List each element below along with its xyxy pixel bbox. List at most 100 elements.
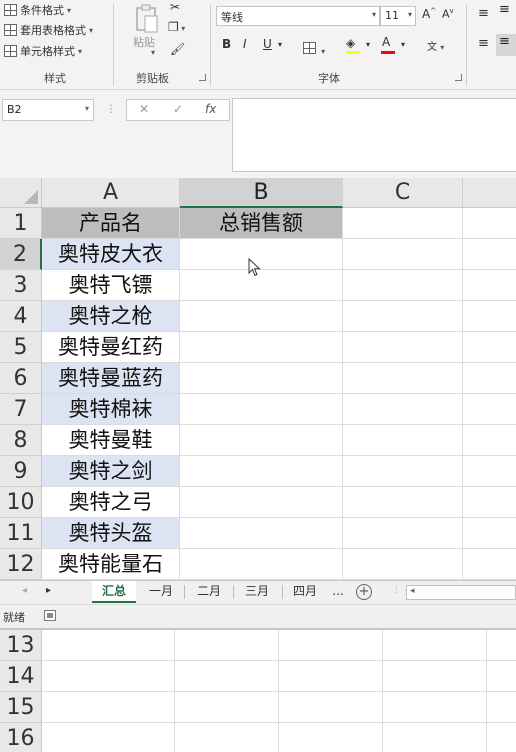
cell-b10[interactable] [180,487,343,518]
align-left-icon[interactable]: ≡ [478,36,489,51]
cell-b5[interactable] [180,332,343,363]
cell-b12[interactable] [180,549,343,580]
tab-more[interactable]: ... [328,581,348,603]
cell-e15[interactable] [487,692,516,723]
cell-a11[interactable]: 奥特头盔 [42,518,180,549]
row-header-5[interactable]: 5 [0,332,42,363]
copy-icon[interactable]: ❐ ▾ [168,20,185,34]
align-middle-icon[interactable]: ≡ [496,2,516,20]
cell-a3[interactable]: 奥特飞镖 [42,270,180,301]
cell-b11[interactable] [180,518,343,549]
column-header-a[interactable]: A [42,178,180,208]
cell-d8[interactable] [463,425,516,456]
cell-a13[interactable] [42,630,175,661]
enter-icon[interactable]: ✓ [173,102,183,116]
format-painter-icon[interactable]: 🖌 [170,42,185,56]
cell-b13[interactable] [175,630,279,661]
cell-a16[interactable] [42,723,175,752]
cell-c10[interactable] [343,487,463,518]
cell-b8[interactable] [180,425,343,456]
bold-button[interactable]: B [222,37,231,51]
cell-e14[interactable] [487,661,516,692]
decrease-font-icon[interactable]: Av [442,7,454,21]
formula-input[interactable] [232,98,516,172]
tab-scroll-left-icon[interactable]: ◂ [22,585,27,596]
chevron-down-icon[interactable]: ▾ [366,40,370,49]
cell-d11[interactable] [463,518,516,549]
cell-c1[interactable] [343,208,463,239]
font-launcher-icon[interactable] [455,74,462,81]
row-header-7[interactable]: 7 [0,394,42,425]
paste-dropdown-icon[interactable]: ▾ [151,48,155,57]
cell-a7[interactable]: 奥特棉袜 [42,394,180,425]
fx-icon[interactable]: fx [205,102,216,116]
cell-a9[interactable]: 奥特之剑 [42,456,180,487]
macro-record-icon[interactable] [44,610,56,621]
row-header-15[interactable]: 15 [0,692,42,723]
add-sheet-icon[interactable]: + [356,584,372,600]
cell-a15[interactable] [42,692,175,723]
clipboard-launcher-icon[interactable] [199,74,206,81]
increase-font-icon[interactable]: A^ [422,7,436,21]
row-header-9[interactable]: 9 [0,456,42,487]
cell-styles-button[interactable]: 单元格样式 ▾ [4,43,82,59]
borders-button[interactable]: ▾ [303,39,325,58]
cell-d9[interactable] [463,456,516,487]
cell-c16[interactable] [279,723,383,752]
row-header-14[interactable]: 14 [0,661,42,692]
cell-d6[interactable] [463,363,516,394]
cell-b6[interactable] [180,363,343,394]
cell-d5[interactable] [463,332,516,363]
italic-button[interactable]: I [243,37,247,51]
cell-c14[interactable] [279,661,383,692]
cell-d14[interactable] [383,661,487,692]
tab-april[interactable]: 四月 [286,581,324,603]
tab-march[interactable]: 三月 [238,581,276,603]
cell-a12[interactable]: 奥特能量石 [42,549,180,580]
cell-c13[interactable] [279,630,383,661]
cell-a6[interactable]: 奥特曼蓝药 [42,363,180,394]
cell-c8[interactable] [343,425,463,456]
horizontal-scrollbar[interactable]: ◂ [406,585,516,600]
font-name-select[interactable]: 等线 ▾ [216,6,380,26]
cell-e16[interactable] [487,723,516,752]
row-header-1[interactable]: 1 [0,208,42,239]
cell-b9[interactable] [180,456,343,487]
cell-e13[interactable] [487,630,516,661]
row-header-4[interactable]: 4 [0,301,42,332]
row-header-11[interactable]: 11 [0,518,42,549]
tab-summary[interactable]: 汇总 [92,581,136,603]
row-header-2[interactable]: 2 [0,239,42,270]
cell-c5[interactable] [343,332,463,363]
cell-d1[interactable] [463,208,516,239]
cell-d15[interactable] [383,692,487,723]
cell-d16[interactable] [383,723,487,752]
cell-a10[interactable]: 奥特之弓 [42,487,180,518]
cell-d13[interactable] [383,630,487,661]
cell-c12[interactable] [343,549,463,580]
select-all-corner[interactable] [0,178,42,208]
chevron-down-icon[interactable]: ▾ [401,40,405,49]
cell-d4[interactable] [463,301,516,332]
row-header-6[interactable]: 6 [0,363,42,394]
cell-a14[interactable] [42,661,175,692]
chevron-down-icon[interactable]: ▾ [278,40,282,49]
column-header-b[interactable]: B [180,178,343,208]
font-size-select[interactable]: 11 ▾ [380,6,416,26]
scroll-left-arrow-icon[interactable]: ◂ [410,586,415,596]
align-center-icon[interactable]: ≡ [496,34,516,56]
cell-c2[interactable] [343,239,463,270]
cell-d2[interactable] [463,239,516,270]
cell-b16[interactable] [175,723,279,752]
cell-c3[interactable] [343,270,463,301]
format-as-table-button[interactable]: 套用表格格式 ▾ [4,22,93,38]
phonetic-button[interactable]: 文 ▾ [427,38,444,53]
cell-d3[interactable] [463,270,516,301]
row-header-16[interactable]: 16 [0,723,42,752]
tab-scroll-right-icon[interactable]: ▸ [46,585,51,596]
column-header-c[interactable]: C [343,178,463,208]
row-header-3[interactable]: 3 [0,270,42,301]
cell-a4[interactable]: 奥特之枪 [42,301,180,332]
cell-b4[interactable] [180,301,343,332]
cell-c6[interactable] [343,363,463,394]
